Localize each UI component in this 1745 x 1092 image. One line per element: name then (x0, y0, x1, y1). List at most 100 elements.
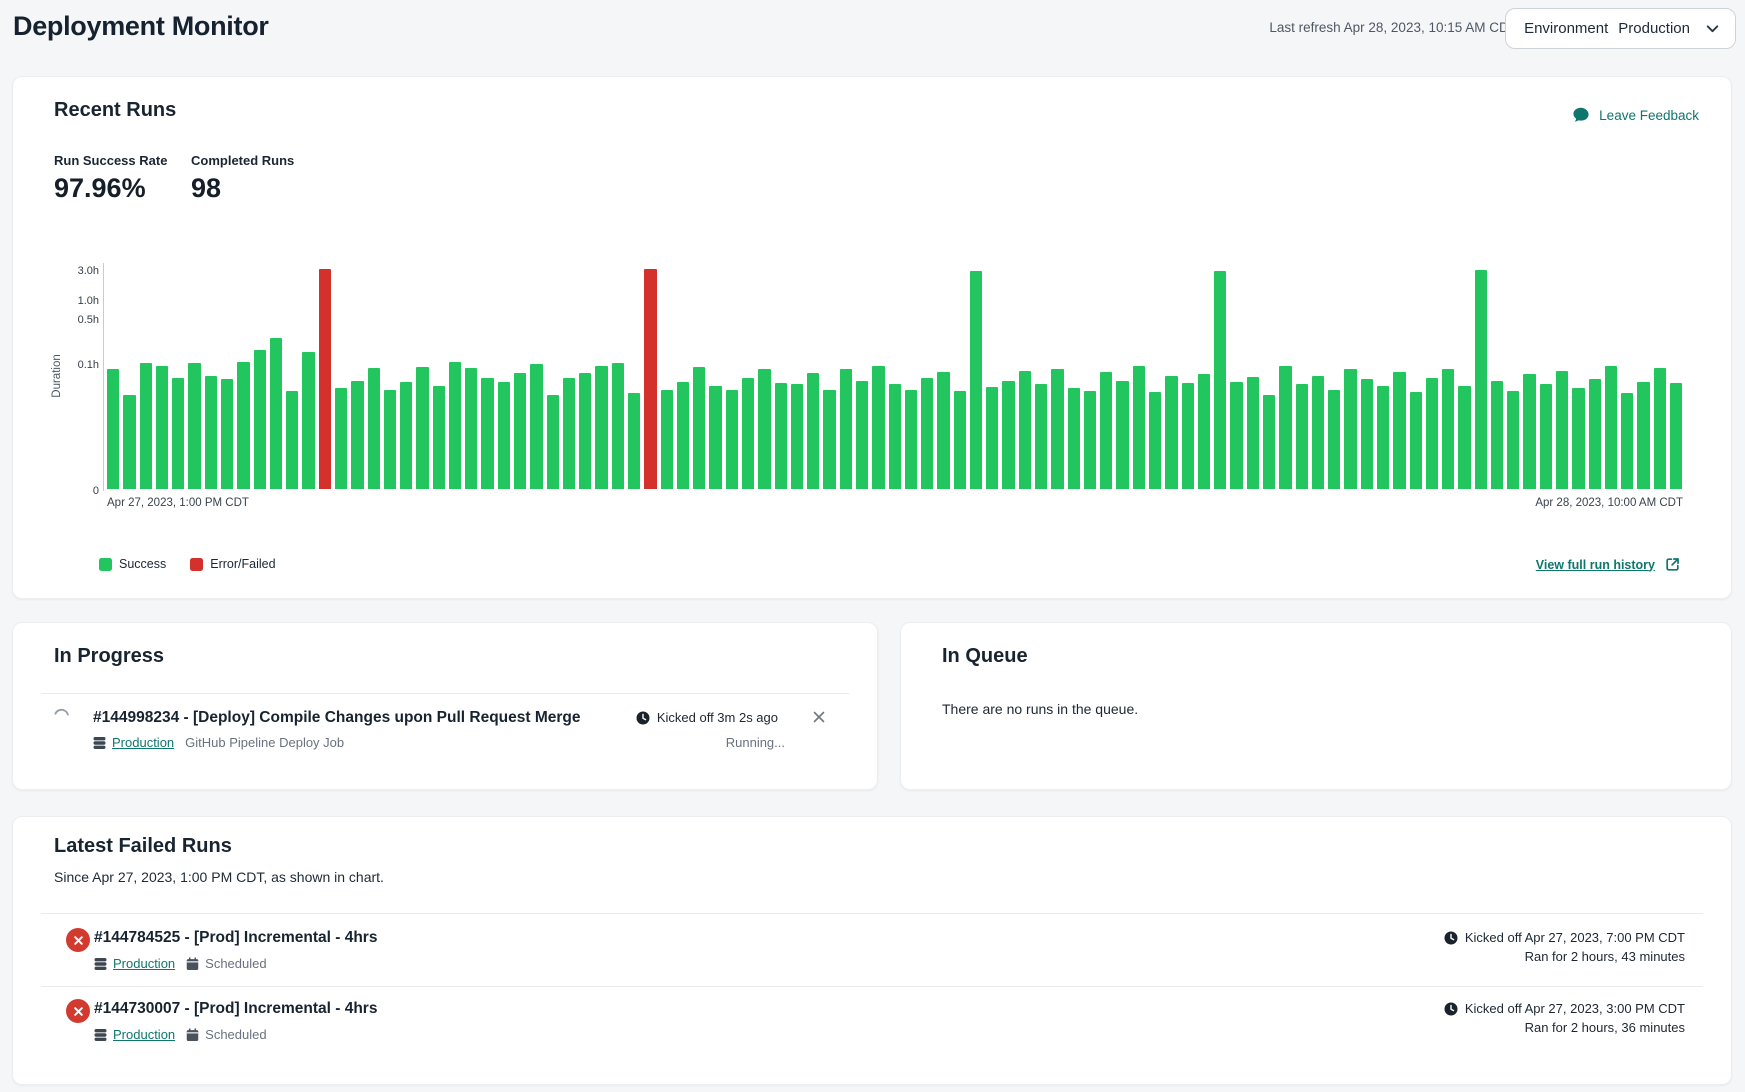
run-bar[interactable] (1426, 378, 1438, 489)
run-bar[interactable] (628, 393, 640, 489)
environment-tag[interactable]: Production (93, 735, 174, 750)
run-bar[interactable] (1507, 391, 1519, 489)
run-bar[interactable] (1523, 374, 1535, 489)
run-bar[interactable] (1312, 376, 1324, 489)
close-button[interactable] (809, 707, 829, 727)
leave-feedback-link[interactable]: Leave Feedback (1572, 106, 1699, 124)
run-bar[interactable] (1458, 386, 1470, 489)
run-bar[interactable] (123, 395, 135, 490)
run-bar[interactable] (1165, 376, 1177, 489)
run-bar[interactable] (1556, 371, 1568, 489)
run-bar[interactable] (937, 372, 949, 489)
run-bar[interactable] (921, 378, 933, 489)
view-full-run-history-link[interactable]: View full run history (1536, 556, 1681, 573)
run-bar[interactable] (221, 379, 233, 489)
run-bar[interactable] (563, 378, 575, 489)
run-bar[interactable] (172, 378, 184, 489)
run-bar[interactable] (612, 363, 624, 489)
run-bar[interactable] (1296, 384, 1308, 489)
run-bar[interactable] (1344, 369, 1356, 489)
run-bar[interactable] (384, 390, 396, 490)
run-bar[interactable] (709, 386, 721, 489)
run-bar[interactable] (742, 378, 754, 489)
run-bar[interactable] (1410, 392, 1422, 489)
run-bar[interactable] (807, 373, 819, 489)
run-bar[interactable] (286, 391, 298, 489)
environment-link[interactable]: Production (113, 1027, 175, 1042)
environment-link[interactable]: Production (112, 735, 174, 750)
run-bar[interactable] (1393, 372, 1405, 489)
run-bar[interactable] (905, 390, 917, 490)
run-bar[interactable] (758, 369, 770, 489)
run-bar[interactable] (156, 366, 168, 490)
run-bar[interactable] (465, 368, 477, 489)
run-bar[interactable] (140, 363, 152, 489)
run-bar[interactable] (351, 381, 363, 489)
run-bar[interactable] (791, 384, 803, 489)
run-bar[interactable] (693, 367, 705, 489)
run-bar[interactable] (726, 390, 738, 490)
run-bar[interactable] (889, 384, 901, 489)
run-bar[interactable] (498, 382, 510, 489)
run-bar[interactable] (433, 386, 445, 489)
run-bar[interactable] (1361, 379, 1373, 489)
run-bar[interactable] (661, 390, 673, 490)
run-bar[interactable] (644, 269, 656, 489)
run-bar[interactable] (1149, 392, 1161, 489)
run-bar[interactable] (1279, 366, 1291, 490)
run-bar[interactable] (1019, 371, 1031, 489)
run-bar[interactable] (1116, 381, 1128, 489)
run-bar[interactable] (1670, 383, 1682, 489)
run-bar[interactable] (205, 376, 217, 489)
run-bar[interactable] (1002, 381, 1014, 489)
run-bar[interactable] (1605, 366, 1617, 490)
run-bar[interactable] (775, 383, 787, 489)
run-bar[interactable] (1621, 393, 1633, 489)
run-bar[interactable] (335, 388, 347, 489)
run-bar[interactable] (530, 364, 542, 489)
run-bar[interactable] (1637, 382, 1649, 489)
run-bar[interactable] (416, 367, 428, 489)
run-bar[interactable] (1263, 395, 1275, 490)
run-bar[interactable] (1540, 384, 1552, 489)
run-bar[interactable] (954, 391, 966, 489)
run-bar[interactable] (1198, 374, 1210, 489)
run-bar[interactable] (840, 369, 852, 489)
run-bar[interactable] (1068, 388, 1080, 489)
run-bar[interactable] (1100, 372, 1112, 489)
run-bar[interactable] (677, 382, 689, 489)
run-bar[interactable] (595, 366, 607, 490)
run-bar[interactable] (449, 362, 461, 489)
run-bar[interactable] (856, 381, 868, 489)
run-bar[interactable] (1654, 368, 1666, 489)
run-bar[interactable] (579, 373, 591, 489)
run-bar[interactable] (302, 352, 314, 489)
run-bar[interactable] (1572, 388, 1584, 489)
run-bar[interactable] (1442, 369, 1454, 489)
run-bar[interactable] (1182, 383, 1194, 489)
run-bar[interactable] (1084, 391, 1096, 489)
run-bar[interactable] (319, 269, 331, 489)
run-bar[interactable] (188, 363, 200, 490)
run-bar[interactable] (1133, 366, 1145, 490)
run-bar[interactable] (872, 366, 884, 490)
run-bar[interactable] (1328, 390, 1340, 490)
run-bar[interactable] (1589, 379, 1601, 489)
run-bar[interactable] (270, 338, 282, 489)
run-bar[interactable] (254, 350, 266, 489)
run-bar[interactable] (1491, 381, 1503, 489)
run-bar[interactable] (481, 378, 493, 489)
run-bar[interactable] (1214, 271, 1226, 489)
run-bar[interactable] (1475, 270, 1487, 489)
run-bar[interactable] (514, 373, 526, 489)
environment-tag[interactable]: Production (94, 956, 175, 971)
run-bar[interactable] (1051, 369, 1063, 489)
run-bar[interactable] (823, 390, 835, 490)
run-bar[interactable] (1035, 384, 1047, 489)
environment-link[interactable]: Production (113, 956, 175, 971)
environment-tag[interactable]: Production (94, 1027, 175, 1042)
run-bar[interactable] (1377, 386, 1389, 489)
run-bar[interactable] (107, 369, 119, 489)
run-bar[interactable] (970, 271, 982, 489)
run-bar[interactable] (1230, 382, 1242, 489)
